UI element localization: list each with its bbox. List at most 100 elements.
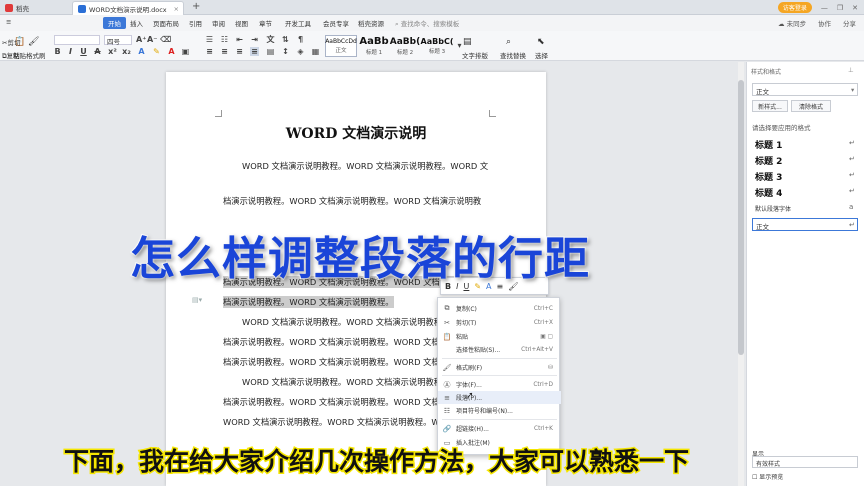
numbering-icon[interactable]: ☷ [220,35,229,44]
doc-line-2[interactable]: 档演示说明教程。WORD 文档演示说明教程。WORD 文档演示说明教 [223,195,481,207]
distribute-icon[interactable]: ▤ [266,47,275,56]
ctx-cut-label: 剪切(T) [456,320,477,327]
preview-checkbox[interactable]: ☐ 显示预览 [752,472,783,481]
borders-icon[interactable]: ▦ [311,47,320,56]
text-effect-icon[interactable]: A [137,47,146,56]
collaborate-button[interactable]: 协作 [818,18,831,28]
align-left-icon[interactable]: ≡ [205,47,214,56]
current-style-dropdown-icon[interactable]: ▾ [851,86,854,94]
minimize-icon[interactable]: — [821,4,828,12]
font-size-select[interactable]: 四号 [104,35,132,46]
menu-member[interactable]: 会员专享 [323,18,349,28]
font-name-select[interactable] [54,35,100,45]
scrollbar-thumb[interactable] [738,80,744,355]
menu-bar: ≡ 开始 插入 页面布局 引用 审阅 视图 章节 开发工具 会员专享 稻壳资源 … [0,15,864,31]
share-button[interactable]: 分享 [843,18,856,28]
ctx-format-painter-label: 格式刷(F) [456,365,483,372]
chinese-layout-icon[interactable]: 文 [266,35,275,44]
bullets-icon[interactable]: ☰ [205,35,214,44]
menu-view[interactable]: 视图 [235,18,248,28]
doc-line-1[interactable]: WORD 文档演示说明教程。WORD 文档演示说明教程。WORD 文 [242,160,488,172]
shading-icon[interactable]: ◈ [296,47,305,56]
maximize-icon[interactable]: ❐ [837,4,843,12]
tab-home[interactable]: 稻壳 [0,1,70,15]
cut-label: 剪切 [7,39,21,47]
document-title[interactable]: WORD 文档演示说明 [166,123,546,143]
align-right-icon[interactable]: ≡ [235,47,244,56]
style-heading-2[interactable]: AaBb( 标题 2 [389,35,421,57]
menu-file-icon[interactable]: ≡ [6,18,11,26]
select-button[interactable]: ⬉ [537,37,545,47]
paragraph-handle-icon[interactable]: ▤▾ [192,296,202,304]
justify-icon[interactable]: ≡ [250,47,259,56]
doc-line-10[interactable]: WORD 文档演示说明教程。WORD 文档演示说明教程。WORD 文 [223,416,469,428]
doc-line-4[interactable]: 档演示说明教程。WORD 文档演示说明教程。 [223,296,394,308]
underline-icon[interactable]: U [79,47,88,56]
body-style[interactable]: 正文 [752,218,858,231]
style-heading-2-name: 标题 2 [396,49,414,56]
outdent-icon[interactable]: ⇤ [235,35,244,44]
style-normal[interactable]: AaBbCcDd 正文 [325,35,357,57]
sort-icon[interactable]: ⇅ [281,35,290,44]
menu-references[interactable]: 引用 [189,18,202,28]
cut-button[interactable]: ✂剪切 [2,37,20,47]
highlight-icon[interactable]: ✎ [152,47,161,56]
bold-icon[interactable]: B [53,47,62,56]
indent-icon[interactable]: ⇥ [250,35,259,44]
line-spacing-icon[interactable]: ↕ [281,47,290,56]
ctx-bullets[interactable]: ☷ 项目符号和编号(N)... [438,404,561,417]
new-tab-button[interactable]: + [192,1,200,12]
command-search[interactable]: ⌕ 查找命令、搜索模板 [395,18,459,29]
superscript-icon[interactable]: x² [108,47,117,56]
paste-options-icon[interactable]: ▣ ▢ [540,334,553,340]
style-heading-1[interactable]: AaBb 标题 1 [358,35,390,57]
ctx-copy[interactable]: ⧉ 复制(C) Ctrl+C [438,302,561,315]
heading-1-style[interactable]: 标题 1 [755,138,782,151]
text-layout-button[interactable]: ▤ [463,37,472,47]
ctx-cut[interactable]: ✂ 剪切(T) Ctrl+X [438,316,561,329]
menu-start[interactable]: 开始 [103,17,126,29]
close-window-icon[interactable]: ✕ [852,4,858,12]
menu-review[interactable]: 审阅 [212,18,225,28]
show-select[interactable]: 有效样式 [752,456,858,468]
not-synced-button[interactable]: ☁ 未同步 [778,18,806,28]
menu-developer[interactable]: 开发工具 [285,18,311,28]
current-style-select[interactable]: 正文 [752,83,858,96]
clear-format-button[interactable]: 清除格式 [791,100,831,112]
default-font-style[interactable]: 默认段落字体 [755,204,791,213]
strikethrough-icon[interactable]: A [93,47,102,56]
ctx-hyperlink[interactable]: 🔗 超链接(H)... Ctrl+K [438,422,561,435]
heading-4-style[interactable]: 标题 4 [755,186,782,199]
ctx-font[interactable]: Ⓐ 字体(F)... Ctrl+D [438,378,561,391]
format-painter-icon: 🖌 [442,363,452,372]
decrease-font-icon[interactable]: A⁻ [147,35,157,44]
heading-3-style[interactable]: 标题 3 [755,170,782,183]
format-painter-button[interactable]: 🖌 [28,37,39,47]
ctx-format-painter[interactable]: 🖌 格式刷(F) ⛁ [438,361,561,374]
find-replace-button[interactable]: ⌕ [506,37,511,47]
ctx-paragraph[interactable]: ≡ 段落(P)... [438,391,561,404]
ctx-paste[interactable]: 📋 粘贴 ▣ ▢ [438,330,561,343]
new-style-button[interactable]: 新样式... [752,100,788,112]
increase-font-icon[interactable]: A⁺ [136,35,146,44]
copy-button[interactable]: ⧉复制 [2,50,20,61]
clear-format-icon[interactable]: ⌫ [160,35,171,44]
menu-daoke[interactable]: 稻壳资源 [358,18,384,28]
menu-page-layout[interactable]: 页面布局 [153,18,179,28]
menu-insert[interactable]: 插入 [130,18,143,28]
italic-icon[interactable]: I [66,47,75,56]
menu-chapter[interactable]: 章节 [259,18,272,28]
char-border-icon[interactable]: ▣ [181,47,190,56]
align-center-icon[interactable]: ≡ [220,47,229,56]
user-badge[interactable]: 访客登录 [777,2,812,13]
subscript-icon[interactable]: x₂ [122,47,131,56]
show-marks-icon[interactable]: ¶ [296,35,305,44]
ctx-paste-special[interactable]: 选择性粘贴(S)... Ctrl+Alt+V [438,343,561,356]
heading-2-style[interactable]: 标题 2 [755,154,782,167]
tab-document[interactable]: WORD文档演示说明.docx × [72,1,184,15]
close-icon[interactable]: × [174,5,179,13]
font-color-icon[interactable]: A [167,47,176,56]
style-heading-3[interactable]: AaBbC( 标题 3 [420,35,454,57]
panel-pin-icon[interactable]: ⊥ [848,66,854,74]
link-icon: 🔗 [442,424,452,433]
